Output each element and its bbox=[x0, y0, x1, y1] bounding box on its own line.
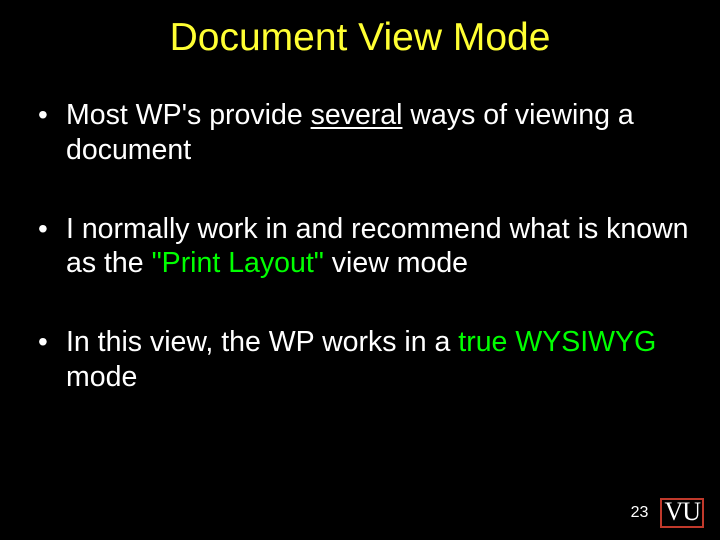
slide-content: Most WP's provide several ways of viewin… bbox=[0, 60, 720, 395]
bullet-item: In this view, the WP works in a true WYS… bbox=[30, 325, 690, 395]
slide-footer: 23 VU bbox=[631, 498, 704, 528]
vu-logo: VU bbox=[660, 498, 704, 528]
underlined-text: several bbox=[311, 99, 403, 131]
bullet-text: view mode bbox=[324, 247, 468, 279]
bullet-text: In this view, the WP works in a bbox=[66, 326, 458, 358]
slide: Document View Mode Most WP's provide sev… bbox=[0, 0, 720, 540]
bullet-list: Most WP's provide several ways of viewin… bbox=[30, 98, 690, 395]
highlight-text: "Print Layout" bbox=[152, 247, 324, 279]
page-number: 23 bbox=[631, 504, 649, 522]
bullet-text: Most WP's provide bbox=[66, 99, 311, 131]
bullet-item: Most WP's provide several ways of viewin… bbox=[30, 98, 690, 168]
bullet-text: mode bbox=[66, 361, 137, 393]
highlight-text: true WYSIWYG bbox=[458, 326, 656, 358]
slide-title: Document View Mode bbox=[0, 0, 720, 60]
bullet-item: I normally work in and recommend what is… bbox=[30, 212, 690, 282]
